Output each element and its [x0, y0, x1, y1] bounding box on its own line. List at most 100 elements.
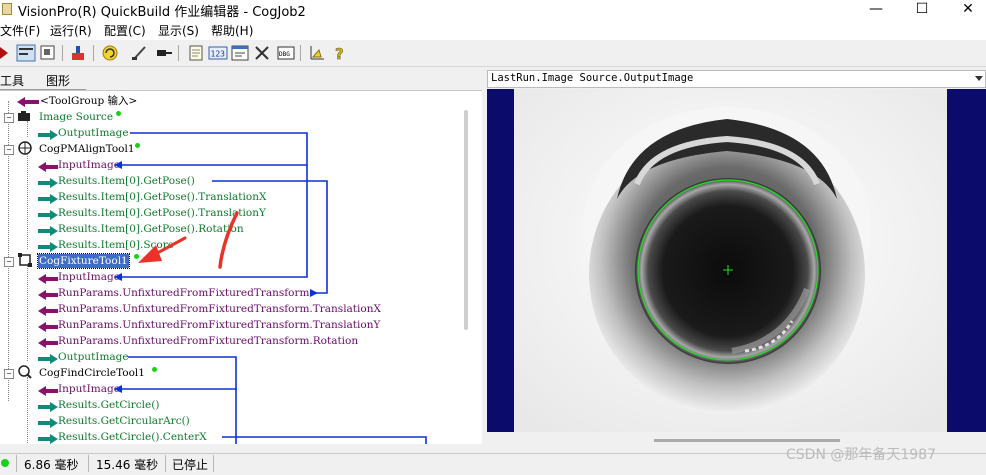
- status-time-2: 15.46 毫秒: [96, 458, 159, 472]
- output-pin-icon: [38, 130, 58, 140]
- app-icon: [2, 3, 12, 15]
- status-separator: [213, 455, 214, 472]
- tree-node-output[interactable]: Results.GetCircle().CenterX: [58, 430, 207, 444]
- calibrate-icon[interactable]: [307, 44, 327, 62]
- status-dot: [116, 111, 121, 116]
- input-pin-icon: [38, 386, 58, 396]
- tree-node-output[interactable]: Results.Item[0].GetPose().TranslationX: [58, 190, 266, 204]
- input-pin-icon: [38, 322, 58, 332]
- tree-node-output[interactable]: Results.Item[0].GetPose(): [58, 174, 195, 188]
- tree-node-pmalign[interactable]: CogPMAlignTool1: [39, 142, 135, 156]
- tree-node-output[interactable]: OutputImage: [58, 350, 129, 364]
- toolbar-separator: [300, 45, 301, 61]
- counter-icon[interactable]: 123: [208, 44, 228, 62]
- tree-node-input[interactable]: RunParams.UnfixturedFromFixturedTransfor…: [58, 286, 309, 300]
- tree-node-output[interactable]: Results.GetCircle(): [58, 398, 159, 412]
- cycle-icon[interactable]: [100, 44, 120, 62]
- find-circle-tool-icon: [18, 365, 32, 379]
- tree-node-input[interactable]: InputImage: [58, 270, 120, 284]
- tree-node-output[interactable]: Results.Item[0].GetPose().Rotation: [58, 222, 244, 236]
- status-time-1: 6.86 毫秒: [24, 458, 79, 472]
- collapse-icon[interactable]: −: [4, 257, 14, 267]
- status-dot: [135, 143, 140, 148]
- watermark: CSDN @那年备天1987: [786, 447, 936, 463]
- edit-icon[interactable]: [130, 44, 150, 62]
- status-separator: [88, 455, 89, 472]
- output-pin-icon: [38, 242, 58, 252]
- image-display-icon[interactable]: [38, 44, 58, 62]
- tree-node-find-circle[interactable]: CogFindCircleTool1: [39, 366, 145, 380]
- output-pin-icon: [38, 194, 58, 204]
- menu-help[interactable]: 帮助(H): [211, 22, 253, 39]
- notes-icon[interactable]: [186, 44, 206, 62]
- output-pin-icon: [38, 178, 58, 188]
- input-pin-icon: [38, 290, 58, 300]
- tree-node-input[interactable]: InputImage: [58, 382, 120, 396]
- menu-file[interactable]: 文件(F): [0, 22, 40, 39]
- input-pin-icon: [38, 274, 58, 284]
- menu-bar: [0, 20, 986, 40]
- tree-node-input[interactable]: InputImage: [58, 158, 120, 172]
- pin-icon[interactable]: [154, 44, 174, 62]
- close-button[interactable]: ✕: [945, 0, 986, 20]
- tree-node-input[interactable]: RunParams.UnfixturedFromFixturedTransfor…: [58, 318, 380, 332]
- help-icon[interactable]: ?: [330, 44, 350, 62]
- tree-node-input[interactable]: RunParams.UnfixturedFromFixturedTransfor…: [58, 334, 358, 348]
- collapse-icon[interactable]: −: [4, 113, 14, 123]
- tree-node-output[interactable]: Results.Item[0].Score: [58, 238, 174, 252]
- output-pin-icon: [38, 354, 58, 364]
- tool-display-icon[interactable]: [16, 44, 36, 62]
- tab-graphics[interactable]: 图形: [46, 72, 70, 89]
- menu-view[interactable]: 显示(S): [158, 22, 199, 39]
- tree-node-output[interactable]: OutputImage: [58, 126, 129, 140]
- menu-config[interactable]: 配置(C): [104, 22, 146, 39]
- minimize-button[interactable]: —: [853, 0, 899, 20]
- tree-node-output[interactable]: Results.GetCircularArc(): [58, 414, 190, 428]
- camera-icon: [18, 111, 30, 121]
- tab-tools[interactable]: 工具: [0, 72, 24, 89]
- output-pin-icon: [38, 418, 58, 428]
- fixture-tool-icon: [18, 253, 32, 267]
- toolbar-separator: [93, 45, 94, 61]
- image-source-label: LastRun.Image Source.OutputImage: [491, 72, 694, 84]
- tree-node-output[interactable]: Results.Item[0].GetPose().TranslationY: [58, 206, 266, 220]
- toolbar-separator: [62, 45, 63, 61]
- debug-icon[interactable]: DBG: [276, 44, 296, 62]
- status-separator: [16, 455, 17, 472]
- collapse-icon[interactable]: −: [4, 369, 14, 379]
- import-icon[interactable]: [68, 44, 88, 62]
- group-pin-icon: [17, 97, 39, 107]
- terminal-icon[interactable]: [230, 44, 250, 62]
- image-scrollbar[interactable]: [654, 439, 840, 442]
- pmalign-tool-icon: [18, 141, 32, 155]
- svg-text:?: ?: [335, 45, 344, 62]
- tree-node-input[interactable]: RunParams.UnfixturedFromFixturedTransfor…: [58, 302, 381, 316]
- svg-text:DBG: DBG: [279, 51, 290, 58]
- tree-node-image-source[interactable]: Image Source: [39, 110, 113, 124]
- tree-guide-line: [27, 265, 28, 361]
- status-dot: [152, 367, 157, 372]
- maximize-button[interactable]: ☐: [899, 0, 945, 20]
- collapse-icon[interactable]: −: [4, 145, 14, 155]
- window-title: VisionPro(R) QuickBuild 作业编辑器 - CogJob2: [18, 5, 306, 20]
- tree-scrollbar[interactable]: [464, 110, 468, 330]
- output-pin-icon: [38, 226, 58, 236]
- tree-node-toolgroup[interactable]: <ToolGroup 输入>: [40, 94, 137, 108]
- tree-guide-line: [27, 153, 28, 249]
- tree-guide-line: [27, 377, 28, 444]
- menu-run[interactable]: 运行(R): [50, 22, 92, 39]
- tree-node-fixture[interactable]: CogFixtureTool1: [37, 253, 130, 269]
- tree-guide-line: [27, 121, 28, 137]
- toolbar-separator: [178, 45, 179, 61]
- input-pin-icon: [38, 162, 58, 172]
- status-separator: [165, 455, 166, 472]
- tools-icon[interactable]: [253, 44, 273, 62]
- run-status-dot: [1, 459, 9, 467]
- input-pin-icon: [38, 338, 58, 348]
- status-state: 已停止: [172, 458, 209, 472]
- tool-tree[interactable]: <ToolGroup 输入> − Image Source OutputImag…: [0, 90, 482, 444]
- input-pin-icon: [38, 306, 58, 316]
- image-display[interactable]: [487, 89, 986, 432]
- chevron-down-icon[interactable]: [975, 76, 983, 81]
- svg-text:123: 123: [211, 50, 226, 59]
